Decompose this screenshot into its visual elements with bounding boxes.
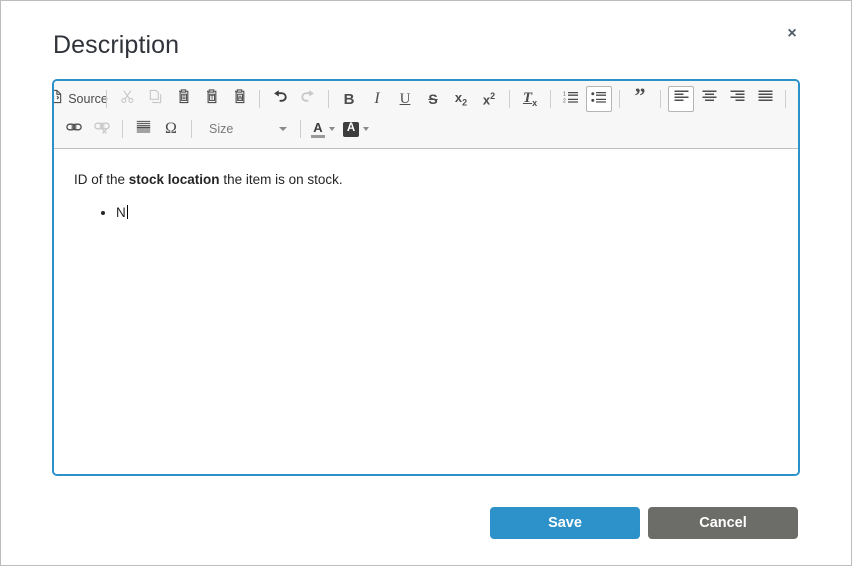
- toolbar-row-1: Source: [60, 84, 792, 114]
- horizontal-rule-icon: [136, 120, 151, 139]
- scissors-icon: [120, 89, 135, 109]
- remove-format-icon: Tx: [523, 91, 537, 108]
- svg-text:1: 1: [563, 91, 566, 97]
- italic-button[interactable]: I: [364, 86, 390, 112]
- editor-content-area[interactable]: ID of the stock location the item is on …: [54, 149, 798, 476]
- toolbar-separator: [660, 90, 661, 108]
- bulleted-list: N: [74, 203, 778, 223]
- description-paragraph: ID of the stock location the item is on …: [74, 171, 778, 190]
- link-icon: [66, 120, 82, 139]
- toolbar-separator: [550, 90, 551, 108]
- background-color-icon: A: [343, 122, 359, 137]
- chevron-down-icon: [279, 127, 287, 131]
- cancel-button[interactable]: Cancel: [648, 507, 798, 539]
- clipboard-text-icon: T: [204, 89, 219, 109]
- font-size-select[interactable]: Size: [200, 116, 292, 142]
- background-color-button[interactable]: A: [340, 115, 372, 143]
- undo-arrow-icon: [272, 89, 288, 110]
- toolbar-separator: [328, 90, 329, 108]
- dialog-footer: Save Cancel: [1, 507, 851, 539]
- link-button[interactable]: [61, 116, 87, 142]
- close-icon[interactable]: ×: [781, 23, 803, 45]
- align-left-icon: [674, 90, 689, 108]
- underline-button[interactable]: U: [392, 86, 418, 112]
- underline-icon: U: [400, 92, 411, 107]
- strikethrough-button[interactable]: S: [420, 86, 446, 112]
- svg-text:T: T: [210, 95, 214, 101]
- unlink-icon: [94, 120, 110, 139]
- toolbar-separator: [619, 90, 620, 108]
- blockquote-button[interactable]: ”: [627, 86, 653, 112]
- toolbar-separator: [785, 90, 786, 108]
- bulleted-list-button[interactable]: [586, 86, 612, 112]
- toolbar-separator: [122, 120, 123, 138]
- toolbar-separator: [259, 90, 260, 108]
- text-cursor: [127, 205, 128, 219]
- toolbar-separator: [106, 90, 107, 108]
- align-center-button[interactable]: [696, 86, 722, 112]
- subscript-button[interactable]: x2: [448, 86, 474, 112]
- source-code-icon: [52, 89, 63, 109]
- superscript-button[interactable]: x2: [476, 86, 502, 112]
- page-title: Description: [53, 31, 179, 60]
- strikethrough-icon: S: [428, 92, 437, 106]
- toolbar-separator: [191, 120, 192, 138]
- special-character-button[interactable]: Ω: [158, 116, 184, 142]
- superscript-icon: x2: [483, 92, 495, 106]
- toolbar-row-2: Ω Size A A: [60, 114, 792, 144]
- text-color-icon: A: [311, 121, 325, 138]
- svg-text:W: W: [237, 95, 243, 101]
- cut-button[interactable]: [114, 86, 140, 112]
- source-button[interactable]: Source: [61, 86, 99, 112]
- redo-arrow-icon: [300, 89, 316, 110]
- paragraph-prefix: ID of the: [74, 172, 129, 187]
- align-right-icon: [730, 90, 745, 108]
- bulleted-list-icon: [591, 90, 607, 109]
- svg-text:2: 2: [563, 98, 566, 104]
- save-button[interactable]: Save: [490, 507, 640, 539]
- text-color-button[interactable]: A: [308, 115, 338, 143]
- numbered-list-icon: 1 2: [563, 90, 579, 109]
- clipboard-word-icon: W: [232, 89, 247, 109]
- bold-button[interactable]: B: [336, 86, 362, 112]
- rich-text-editor[interactable]: Source: [52, 79, 800, 476]
- align-left-button[interactable]: [668, 86, 694, 112]
- align-justify-button[interactable]: [752, 86, 778, 112]
- unlink-button[interactable]: [89, 116, 115, 142]
- numbered-list-button[interactable]: 1 2: [558, 86, 584, 112]
- chevron-down-icon: [329, 127, 335, 131]
- copy-button[interactable]: [142, 86, 168, 112]
- undo-button[interactable]: [267, 86, 293, 112]
- dialog-window: Description × Source: [0, 0, 852, 566]
- source-button-label: Source: [68, 92, 108, 106]
- font-size-label: Size: [209, 122, 233, 136]
- editor-toolbar: Source: [54, 81, 798, 149]
- paste-button[interactable]: [170, 86, 196, 112]
- chevron-down-icon: [363, 127, 369, 131]
- align-right-button[interactable]: [724, 86, 750, 112]
- toolbar-separator: [509, 90, 510, 108]
- paste-from-word-button[interactable]: W: [226, 86, 252, 112]
- toolbar-separator: [300, 120, 301, 138]
- bold-icon: B: [344, 92, 355, 107]
- paragraph-suffix: the item is on stock.: [220, 172, 343, 187]
- clipboard-paste-icon: [176, 89, 191, 109]
- horizontal-rule-button[interactable]: [130, 116, 156, 142]
- subscript-icon: x2: [455, 91, 467, 108]
- align-justify-icon: [758, 90, 773, 108]
- copy-icon: [148, 89, 163, 109]
- italic-icon: I: [374, 91, 379, 107]
- redo-button[interactable]: [295, 86, 321, 112]
- blockquote-icon: ”: [635, 89, 646, 108]
- list-item-text: N: [116, 205, 126, 220]
- paragraph-bold-text: stock location: [129, 172, 220, 187]
- dialog-header: Description ×: [1, 1, 851, 79]
- omega-icon: Ω: [165, 121, 177, 137]
- list-item[interactable]: N: [116, 203, 778, 223]
- paste-as-text-button[interactable]: T: [198, 86, 224, 112]
- align-center-icon: [702, 90, 717, 108]
- remove-format-button[interactable]: Tx: [517, 86, 543, 112]
